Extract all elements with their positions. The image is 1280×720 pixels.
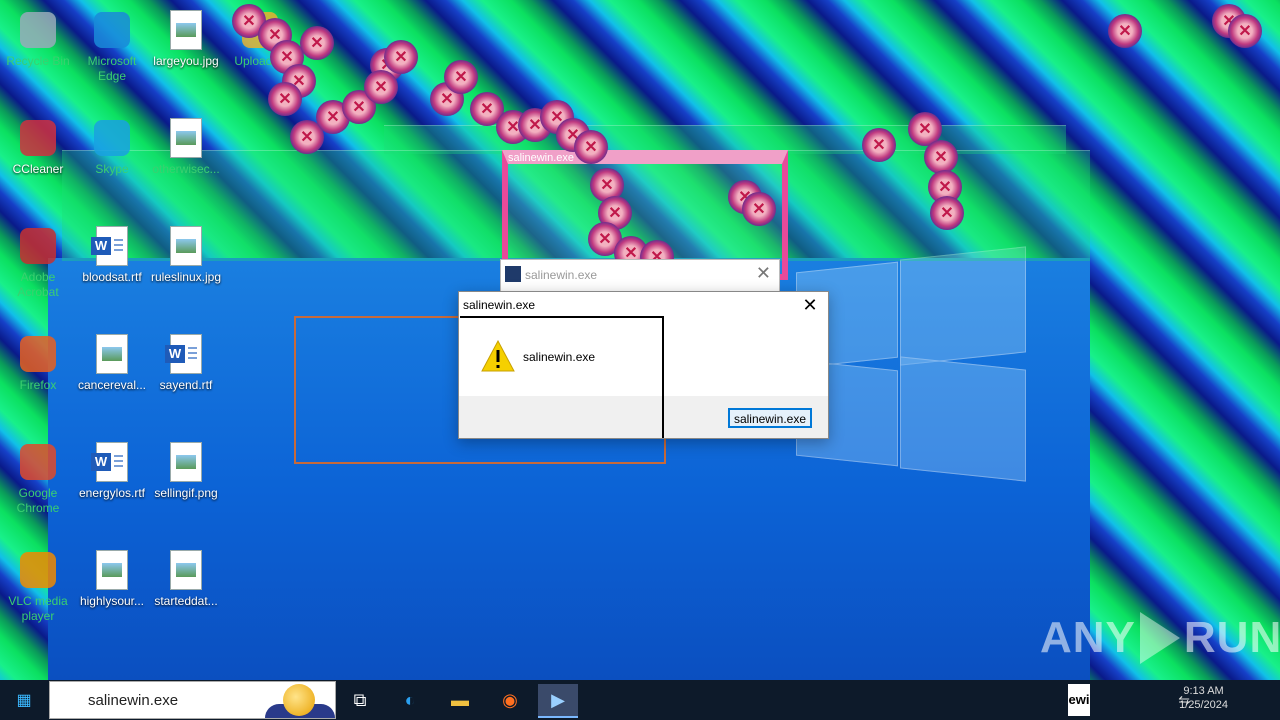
desktop-icon-label: Adobe Acrobat — [17, 270, 59, 299]
desktop-icon[interactable]: Microsoft Edge — [74, 10, 150, 84]
desktop-icon[interactable]: largeyou.jpg — [148, 10, 224, 69]
image-file-icon — [166, 10, 206, 50]
image-file-icon — [166, 550, 206, 590]
windows-logo — [796, 243, 1028, 482]
desktop-icon[interactable]: VLC media player — [0, 550, 76, 624]
acrobat-icon — [18, 226, 58, 266]
desktop-icon-label: Firefox — [19, 378, 57, 392]
desktop-icon-label: bloodsat.rtf — [82, 270, 142, 284]
desktop-icon-label: otherwisec... — [152, 162, 220, 176]
desktop-icon[interactable]: Skype — [74, 118, 150, 177]
file-explorer-icon[interactable]: ▬ — [440, 684, 480, 716]
error-icon — [862, 128, 896, 162]
ghost-window-title: salinewin.exe — [508, 152, 575, 164]
skype-icon — [92, 118, 132, 158]
image-file-icon — [166, 118, 206, 158]
error-icon — [930, 196, 964, 230]
vlc-icon — [18, 550, 58, 590]
task-view-icon[interactable]: ⧉ — [340, 684, 380, 716]
clock-date: 1/25/2024 — [1179, 699, 1228, 711]
close-icon[interactable]: ✕ — [798, 294, 822, 316]
error-icon — [364, 70, 398, 104]
watermark-right: RUN — [1183, 613, 1280, 662]
desktop-icon-label: sellingif.png — [154, 486, 218, 500]
background-window-title: salinewin.exe — [525, 268, 598, 282]
error-icon — [742, 192, 776, 226]
watermark-left: ANY — [1040, 613, 1136, 662]
clock[interactable]: 9:13 AM 1/25/2024 — [1179, 684, 1228, 712]
desktop-icon[interactable]: starteddat... — [148, 550, 224, 609]
play-icon — [1139, 612, 1180, 664]
desktop-icon-label: VLC media player — [8, 594, 68, 623]
desktop-icon-label: Microsoft Edge — [87, 54, 137, 83]
desktop-icon-label: ruleslinux.jpg — [150, 270, 222, 284]
error-icon — [1108, 14, 1142, 48]
desktop-icon[interactable]: Google Chrome — [0, 442, 76, 516]
anyrun-watermark: ANY RUN — [1040, 612, 1280, 664]
close-icon[interactable]: ✕ — [756, 263, 771, 284]
error-icon — [924, 140, 958, 174]
error-icon — [1228, 14, 1262, 48]
error-icon — [384, 40, 418, 74]
firefox-icon — [18, 334, 58, 374]
focus-rect — [460, 316, 664, 438]
search-box[interactable]: salinewin.exe — [49, 681, 336, 719]
word-doc-icon: W — [165, 334, 206, 374]
desktop-icon-label: sayend.rtf — [159, 378, 213, 392]
search-query: salinewin.exe — [88, 692, 179, 709]
ccleaner-icon — [18, 118, 58, 158]
dialog-title: salinewin.exe — [463, 298, 536, 312]
desktop-icon[interactable]: Recycle Bin — [0, 10, 76, 69]
windows-icon: ▦ — [16, 692, 32, 709]
edge-taskbar-icon[interactable]: ◐ — [390, 684, 430, 716]
desktop-icon[interactable]: CCleaner — [0, 118, 76, 177]
word-doc-icon: W — [91, 442, 132, 482]
error-icon — [444, 60, 478, 94]
firefox-taskbar-icon[interactable]: ◉ — [490, 684, 530, 716]
desktop-icon[interactable]: highlysour... — [74, 550, 150, 609]
salinewin-taskbar-icon[interactable]: ▶ — [538, 684, 578, 718]
error-icon — [574, 130, 608, 164]
desktop-icon-label: energylos.rtf — [78, 486, 146, 500]
system-tray: ⇋ 9:13 AM 1/25/2024 — [1068, 680, 1280, 720]
error-icon — [268, 82, 302, 116]
clock-time: 9:13 AM — [1183, 685, 1224, 697]
edge-icon — [92, 10, 132, 50]
image-file-icon — [166, 442, 206, 482]
desktop-icon-label: highlysour... — [79, 594, 145, 608]
desktop-icon[interactable]: Firefox — [0, 334, 76, 393]
desktop-icon[interactable]: Wenergylos.rtf — [74, 442, 150, 501]
desktop-icon[interactable]: Adobe Acrobat — [0, 226, 76, 300]
desktop-icon[interactable]: sellingif.png — [148, 442, 224, 501]
desktop-icon-label: largeyou.jpg — [153, 54, 219, 68]
recycle-bin-icon — [18, 10, 58, 50]
desktop-icon[interactable]: ruleslinux.jpg — [148, 226, 224, 285]
desktop-icon-label: Google Chrome — [16, 486, 60, 515]
chrome-icon — [18, 442, 58, 482]
desktop-icon[interactable]: Wsayend.rtf — [148, 334, 224, 393]
desktop-icon-label: CCleaner — [12, 162, 64, 176]
desktop-icon[interactable]: otherwisec... — [148, 118, 224, 177]
app-icon — [505, 266, 521, 282]
glitch-overlay-text: ewi — [1068, 684, 1090, 716]
error-icon — [300, 26, 334, 60]
start-button[interactable]: ▦ — [0, 680, 48, 720]
desktop-icon[interactable]: Wbloodsat.rtf — [74, 226, 150, 285]
desktop-icon-label: Recycle Bin — [6, 54, 70, 68]
moon-icon — [283, 684, 315, 716]
desktop-icon-label: Skype — [95, 162, 129, 176]
desktop-icon-label: cancereval... — [77, 378, 147, 392]
background-window[interactable]: salinewin.exe ✕ — [500, 259, 780, 293]
desktop-icon-label: starteddat... — [154, 594, 218, 608]
image-file-icon — [92, 550, 132, 590]
word-doc-icon: W — [91, 226, 132, 266]
desktop-icon[interactable]: cancereval... — [74, 334, 150, 393]
image-file-icon — [166, 226, 206, 266]
image-file-icon — [92, 334, 132, 374]
ok-button[interactable]: salinewin.exe — [727, 408, 812, 428]
